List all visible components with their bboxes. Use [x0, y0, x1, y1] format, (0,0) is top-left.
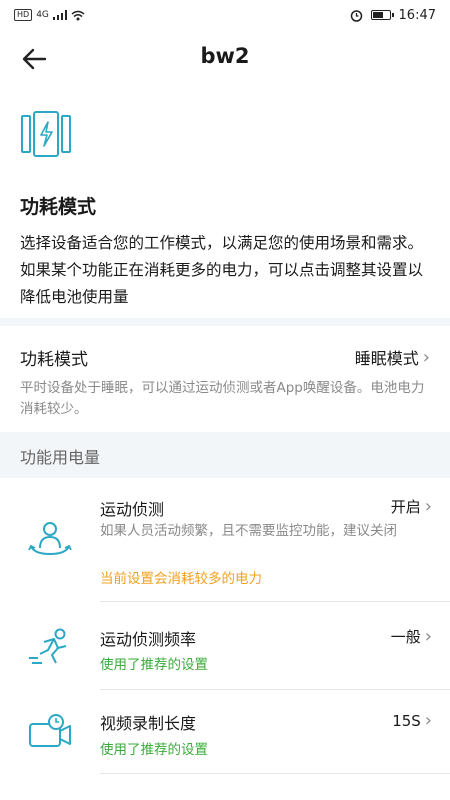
wifi-icon — [71, 10, 85, 20]
power-mode-value-wrap: 睡眠模式 › — [355, 345, 430, 369]
item-name: 视频录制长度 — [100, 714, 197, 733]
signal-icon — [52, 10, 67, 20]
section-divider — [0, 318, 450, 326]
item-divider — [100, 689, 450, 690]
chevron-right-icon: › — [424, 496, 432, 517]
item-value-wrap: 开启 › — [391, 496, 432, 517]
power-mode-description: 平时设备处于睡眠，可以通过运动侦测或者App唤醒设备。电池电力消耗较少。 — [20, 380, 425, 417]
item-status: 使用了推荐的设置 — [100, 657, 208, 673]
item-value-wrap: 15S › — [392, 710, 432, 731]
item-value: 一般 — [390, 628, 421, 646]
chevron-right-icon: › — [424, 710, 432, 731]
item-name: 运动侦测 — [100, 500, 165, 519]
battery-mode-icon — [21, 111, 71, 157]
hd-badge: HD — [14, 9, 33, 21]
intro-description: 选择设备适合您的工作模式，以满足您的使用场景和需求。如果某个功能正在消耗更多的电… — [20, 234, 424, 306]
chevron-right-icon: › — [424, 626, 432, 647]
section-title: 功耗模式 — [20, 196, 97, 218]
usage-section-title: 功能用电量 — [20, 448, 101, 467]
list-item-video-length[interactable]: 视频录制长度 15S › 使用了推荐的设置 — [0, 696, 450, 784]
item-divider — [100, 773, 450, 774]
power-mode-row[interactable]: 功耗模式 睡眠模式 › — [20, 343, 430, 371]
item-status: 使用了推荐的设置 — [100, 742, 208, 758]
status-time: 16:47 — [398, 7, 436, 23]
status-bar: HD 4G 16:47 — [0, 0, 450, 30]
list-item-motion-detection[interactable]: 运动侦测 开启 › 如果人员活动频繁，且不需要监控功能，建议关闭 当前设置会消耗… — [0, 478, 450, 608]
running-person-icon — [29, 628, 67, 664]
status-right: 16:47 — [350, 8, 436, 23]
battery-icon — [370, 10, 394, 20]
page-title: bw2 — [200, 44, 250, 68]
item-warning: 当前设置会消耗较多的电力 — [100, 571, 262, 587]
item-description: 如果人员活动频繁，且不需要监控功能，建议关闭 — [100, 523, 397, 539]
item-value: 15S — [392, 711, 421, 730]
status-left: HD 4G — [14, 9, 85, 21]
alarm-icon — [350, 9, 362, 22]
item-divider — [100, 601, 450, 602]
network-type: 4G — [36, 10, 49, 20]
power-mode-label: 功耗模式 — [20, 349, 88, 370]
power-mode-value: 睡眠模式 — [354, 349, 419, 368]
list-item-motion-frequency[interactable]: 运动侦测频率 一般 › 使用了推荐的设置 — [0, 608, 450, 696]
app-bar: bw2 — [0, 30, 450, 88]
item-value: 开启 — [390, 498, 421, 516]
item-value-wrap: 一般 › — [391, 626, 432, 647]
person-motion-icon — [28, 522, 72, 556]
chevron-right-icon: › — [422, 346, 430, 368]
video-camera-clock-icon — [29, 714, 71, 747]
item-name: 运动侦测频率 — [100, 630, 197, 649]
